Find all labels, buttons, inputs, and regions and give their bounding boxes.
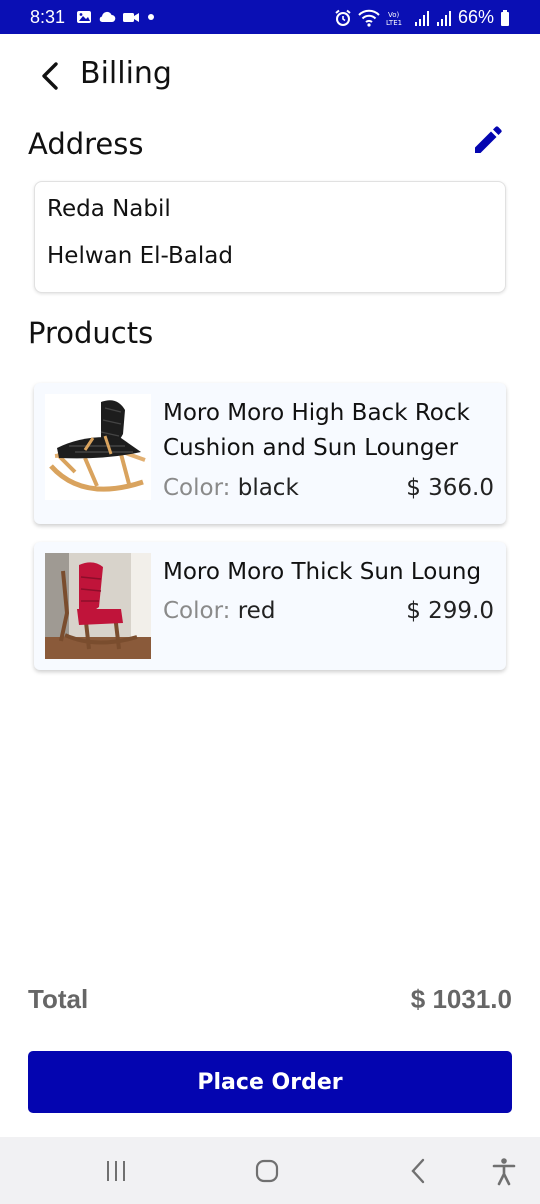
signal-icon — [414, 10, 429, 26]
product-name-line1: Moro Moro High Back Rock — [163, 400, 470, 426]
product-price: $ 299.0 — [406, 598, 494, 624]
status-bar: 8:31 Vo) LTE1 66% — [0, 0, 540, 34]
volte-icon: Vo)LTE1 — [386, 11, 402, 27]
pencil-icon[interactable] — [470, 124, 504, 158]
back-icon[interactable] — [403, 1155, 435, 1187]
status-time: 8:31 — [30, 7, 66, 27]
dot-icon — [148, 14, 154, 20]
recents-icon[interactable] — [100, 1155, 132, 1187]
color-value: red — [237, 598, 276, 624]
gallery-icon — [77, 11, 91, 23]
total-value: $ 1031.0 — [410, 984, 512, 1014]
product-card[interactable]: Moro Moro High Back Rock Cushion and Sun… — [34, 383, 506, 524]
address-name: Reda Nabil — [47, 196, 171, 222]
alarm-icon — [335, 9, 351, 26]
video-icon — [123, 13, 139, 22]
total-label: Total — [28, 984, 89, 1014]
system-nav-bar — [0, 1137, 540, 1204]
product-price: $ 366.0 — [406, 475, 494, 501]
products-section-title: Products — [28, 316, 154, 350]
svg-text:Vo): Vo) — [388, 11, 400, 19]
status-right: Vo) LTE1 66% — [334, 7, 510, 28]
chevron-left-icon[interactable] — [34, 58, 66, 94]
product-name-line2: Cushion and Sun Lounger — [163, 435, 459, 461]
product-color: Color: black — [163, 475, 299, 501]
signal-icon — [436, 10, 451, 26]
product-card[interactable]: Moro Moro Thick Sun Loung Color: red $ 2… — [34, 542, 506, 670]
color-label: Color: — [163, 475, 238, 501]
accessibility-icon[interactable] — [488, 1155, 520, 1187]
place-order-button[interactable]: Place Order — [28, 1051, 512, 1113]
cloud-icon — [99, 11, 116, 22]
battery-icon — [501, 9, 509, 26]
color-label: Color: — [163, 598, 238, 624]
color-value: black — [237, 475, 299, 501]
battery-percent: 66% — [457, 7, 494, 27]
product-image — [45, 394, 151, 500]
product-image — [45, 553, 151, 659]
app-header: Billing — [0, 34, 540, 114]
address-card[interactable]: Reda Nabil Helwan El-Balad — [34, 181, 506, 293]
home-icon[interactable] — [251, 1155, 283, 1187]
page-title: Billing — [80, 56, 172, 91]
address-line: Helwan El-Balad — [47, 243, 233, 269]
svg-text:LTE1: LTE1 — [386, 19, 402, 27]
wifi-icon — [358, 9, 380, 27]
product-color: Color: red — [163, 598, 275, 624]
product-name-line1: Moro Moro Thick Sun Loung — [163, 559, 482, 585]
status-left-icons — [76, 10, 156, 24]
address-section-title: Address — [28, 127, 144, 161]
